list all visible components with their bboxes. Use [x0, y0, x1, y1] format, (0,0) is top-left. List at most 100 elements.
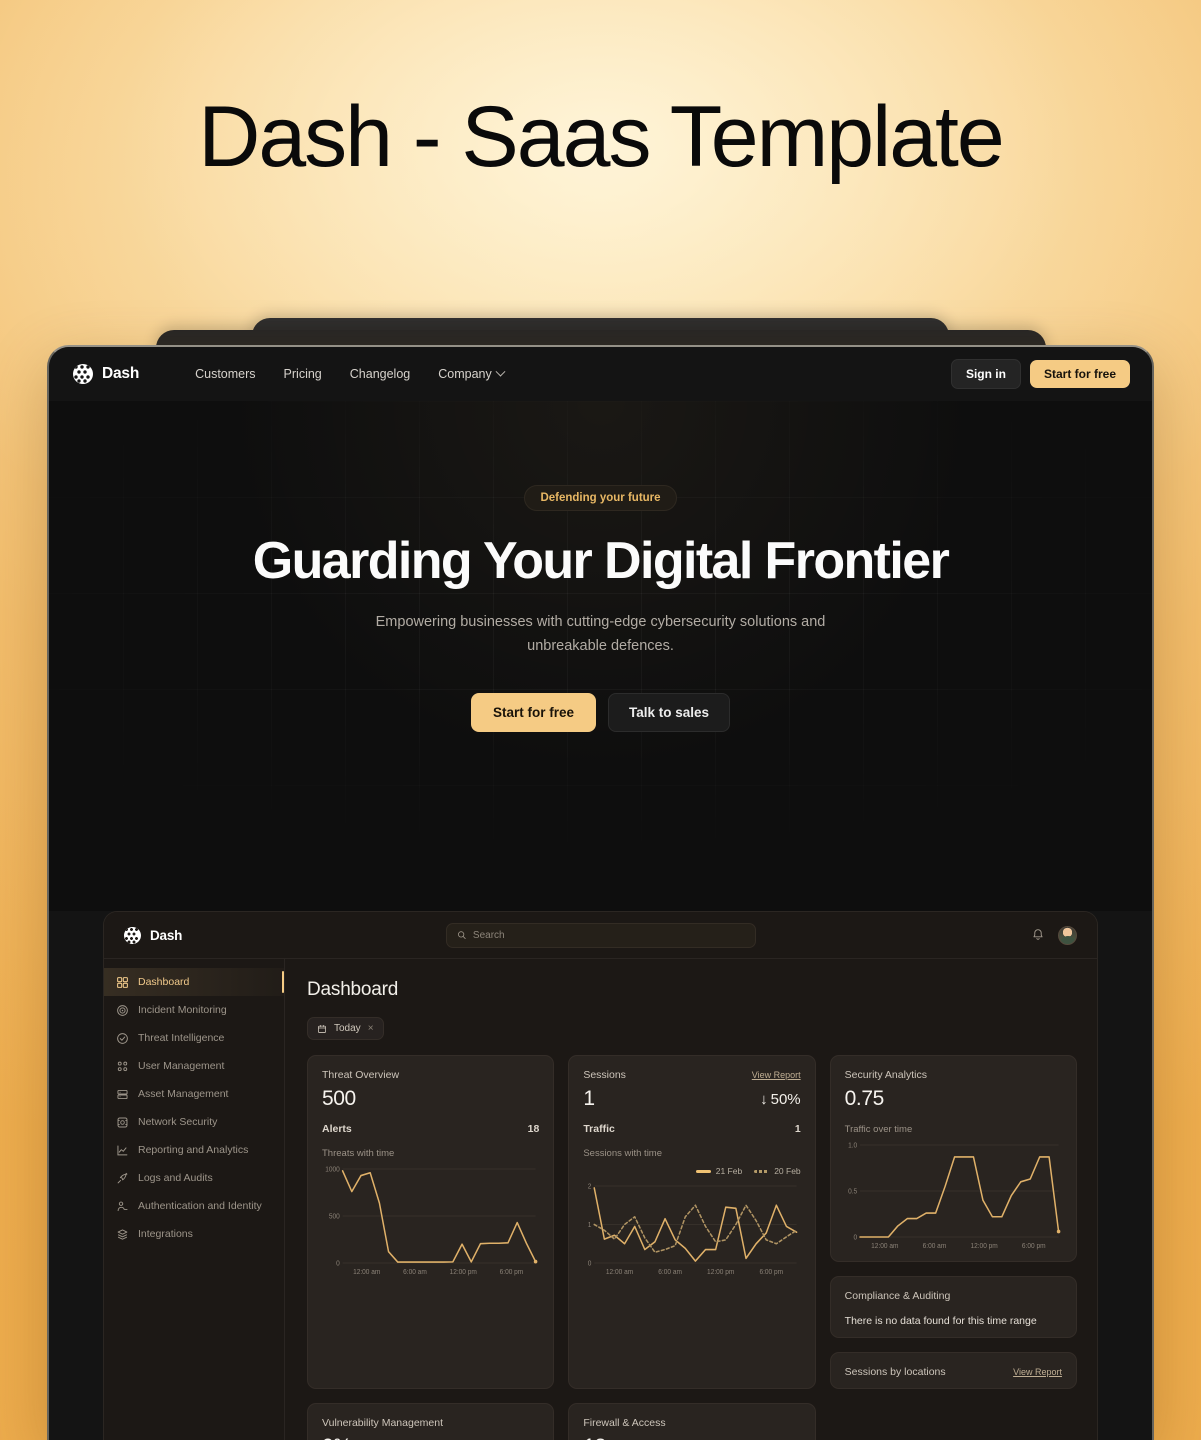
nav-link-pricing[interactable]: Pricing: [284, 367, 322, 381]
legend-swatch-dashed-icon: [754, 1169, 770, 1173]
card-threat-overview-metric-row: 500: [322, 1087, 539, 1111]
card-sessions-delta-value: 50%: [770, 1090, 801, 1108]
hero-section: Defending your future Guarding Your Digi…: [49, 401, 1152, 911]
sidebar-item-network-security[interactable]: Network Security: [104, 1108, 284, 1136]
sidebar-item-asset-management[interactable]: Asset Management: [104, 1080, 284, 1108]
card-vulnerability-title: Vulnerability Management: [322, 1417, 444, 1429]
sidebar-item-dashboard-label: Dashboard: [138, 976, 190, 988]
hero-talk-to-sales-button[interactable]: Talk to sales: [607, 693, 731, 732]
card-threat-overview-chart-caption: Threats with time: [322, 1148, 395, 1159]
hero-badge[interactable]: Defending your future: [524, 485, 677, 511]
legend-item-20-feb[interactable]: 20 Feb: [754, 1166, 801, 1176]
hero-content: Defending your future Guarding Your Digi…: [49, 401, 1152, 732]
svg-text:6:00 am: 6:00 am: [922, 1243, 946, 1250]
card-threat-overview: Threat Overview 500 Alerts 18 Threats wi…: [307, 1055, 555, 1389]
search-input[interactable]: [472, 929, 745, 941]
nav-link-company-label: Company: [438, 367, 492, 381]
card-security-analytics-metric: 0.75: [844, 1087, 885, 1110]
card-threat-overview-sub-label: Alerts: [322, 1123, 352, 1135]
sidebar-item-integrations-label: Integrations: [138, 1228, 193, 1240]
shield-check-icon: [117, 1032, 128, 1044]
date-filter-chip[interactable]: Today ×: [307, 1017, 384, 1040]
right-column: Security Analytics 0.75 Traffic over tim…: [829, 1055, 1077, 1389]
svg-text:12:00 pm: 12:00 pm: [707, 1269, 735, 1276]
chart-threat-overview: 0 500 1000 12:00 am 6:00 am 12:00 pm 6:00 pm: [322, 1165, 539, 1277]
sidebar-item-threat-intelligence-label: Threat Intelligence: [138, 1032, 225, 1044]
calendar-icon: [318, 1024, 326, 1033]
svg-text:6:00 pm: 6:00 pm: [1022, 1243, 1046, 1250]
svg-text:0: 0: [588, 1260, 592, 1267]
search-icon: [457, 931, 466, 939]
grid-icon: [117, 976, 128, 988]
brand-logo-group[interactable]: Dash: [73, 364, 139, 384]
navbar-actions: Sign in Start for free: [950, 359, 1130, 389]
svg-text:500: 500: [329, 1213, 340, 1220]
marketing-navbar: Dash Customers Pricing Changelog Company…: [49, 347, 1152, 401]
browser-window: Dash Customers Pricing Changelog Company…: [47, 345, 1154, 1440]
chart-security-analytics: 0 0.5 1.0 12:00 am 6:00 am 12:00 pm 6:00 pm: [845, 1141, 1062, 1251]
bell-icon[interactable]: [1031, 928, 1045, 942]
card-vulnerability-metric: 0%: [322, 1435, 352, 1440]
svg-text:1000: 1000: [325, 1166, 340, 1173]
dash-logo-icon: [124, 926, 141, 944]
svg-text:6:00 am: 6:00 am: [403, 1269, 427, 1276]
nav-start-for-free-button[interactable]: Start for free: [1029, 360, 1130, 388]
sidebar-item-incident-monitoring-label: Incident Monitoring: [138, 1004, 227, 1016]
sidebar-item-reporting-and-analytics[interactable]: Reporting and Analytics: [104, 1136, 284, 1164]
card-sessions-by-locations-view-report-link[interactable]: View Report: [1013, 1367, 1062, 1377]
sign-in-button[interactable]: Sign in: [950, 359, 1021, 389]
nav-link-customers[interactable]: Customers: [195, 367, 255, 381]
sidebar-item-threat-intelligence[interactable]: Threat Intelligence: [104, 1024, 284, 1052]
card-firewall-metric-row: 18: [583, 1435, 800, 1440]
card-vulnerability-metric-row: 0%: [322, 1435, 539, 1440]
card-threat-overview-sub-row: Alerts 18: [322, 1123, 539, 1135]
close-icon[interactable]: ×: [368, 1023, 374, 1034]
dashboard-bottom-grid: Vulnerability Management 0% Vulnerabilit…: [307, 1403, 1077, 1440]
card-threat-overview-sub-value: 18: [527, 1123, 540, 1135]
hero-subtitle: Empowering businesses with cutting-edge …: [375, 614, 826, 655]
card-threat-overview-title: Threat Overview: [322, 1069, 400, 1081]
sidebar-item-incident-monitoring[interactable]: Incident Monitoring: [104, 996, 284, 1024]
card-firewall-head: Firewall & Access: [583, 1417, 800, 1429]
sidebar-item-integrations[interactable]: Integrations: [104, 1220, 284, 1248]
card-sessions-metric: 1: [583, 1087, 595, 1110]
svg-text:1: 1: [588, 1222, 592, 1229]
sidebar-item-authentication-and-identity[interactable]: Authentication and Identity: [104, 1192, 284, 1220]
nav-link-changelog[interactable]: Changelog: [350, 367, 410, 381]
svg-text:12:00 am: 12:00 am: [606, 1269, 634, 1276]
sidebar-item-reporting-and-analytics-label: Reporting and Analytics: [138, 1144, 249, 1156]
hero-start-for-free-button[interactable]: Start for free: [470, 693, 596, 732]
hero-title: Guarding Your Digital Frontier: [252, 532, 950, 590]
legend-item-21-feb[interactable]: 21 Feb: [695, 1166, 742, 1176]
card-sessions-sub-row: Traffic 1: [583, 1123, 800, 1135]
sidebar-item-logs-and-audits-label: Logs and Audits: [138, 1172, 213, 1184]
card-sessions-view-report-link[interactable]: View Report: [752, 1070, 801, 1080]
sidebar: Dashboard Incident Monitoring Threat Int…: [104, 959, 285, 1440]
card-vulnerability-head: Vulnerability Management: [322, 1417, 539, 1429]
sidebar-item-dashboard[interactable]: Dashboard: [104, 968, 284, 996]
card-firewall-metric: 18: [583, 1435, 606, 1440]
svg-text:12:00 am: 12:00 am: [353, 1269, 381, 1276]
sidebar-item-user-management[interactable]: User Management: [104, 1052, 284, 1080]
sidebar-item-asset-management-label: Asset Management: [138, 1088, 229, 1100]
svg-text:1.0: 1.0: [848, 1142, 857, 1149]
card-compliance-head: Compliance & Auditing: [845, 1290, 1062, 1302]
search-box[interactable]: [445, 922, 756, 948]
sidebar-item-logs-and-audits[interactable]: Logs and Audits: [104, 1164, 284, 1192]
card-sessions-by-locations: Sessions by locations View Report: [829, 1352, 1077, 1389]
server-icon: [117, 1089, 128, 1099]
legend-item-20-feb-label: 20 Feb: [774, 1166, 801, 1176]
bottom-grid-spacer: [830, 1403, 1077, 1440]
filter-row: Today ×: [307, 1017, 1077, 1040]
svg-text:12:00 pm: 12:00 pm: [970, 1243, 998, 1250]
card-compliance-auditing: Compliance & Auditing There is no data f…: [829, 1276, 1077, 1338]
avatar[interactable]: [1058, 925, 1077, 945]
nav-link-company[interactable]: Company: [438, 366, 506, 381]
card-vulnerability-management: Vulnerability Management 0% Vulnerabilit…: [307, 1403, 555, 1440]
card-sessions-head: Sessions View Report: [583, 1069, 800, 1081]
nav-link-changelog-label: Changelog: [349, 367, 411, 381]
date-filter-label: Today: [334, 1023, 361, 1034]
app-brand-group[interactable]: Dash: [124, 926, 182, 944]
network-icon: [117, 1117, 128, 1127]
card-security-analytics-head: Security Analytics: [845, 1069, 1062, 1081]
